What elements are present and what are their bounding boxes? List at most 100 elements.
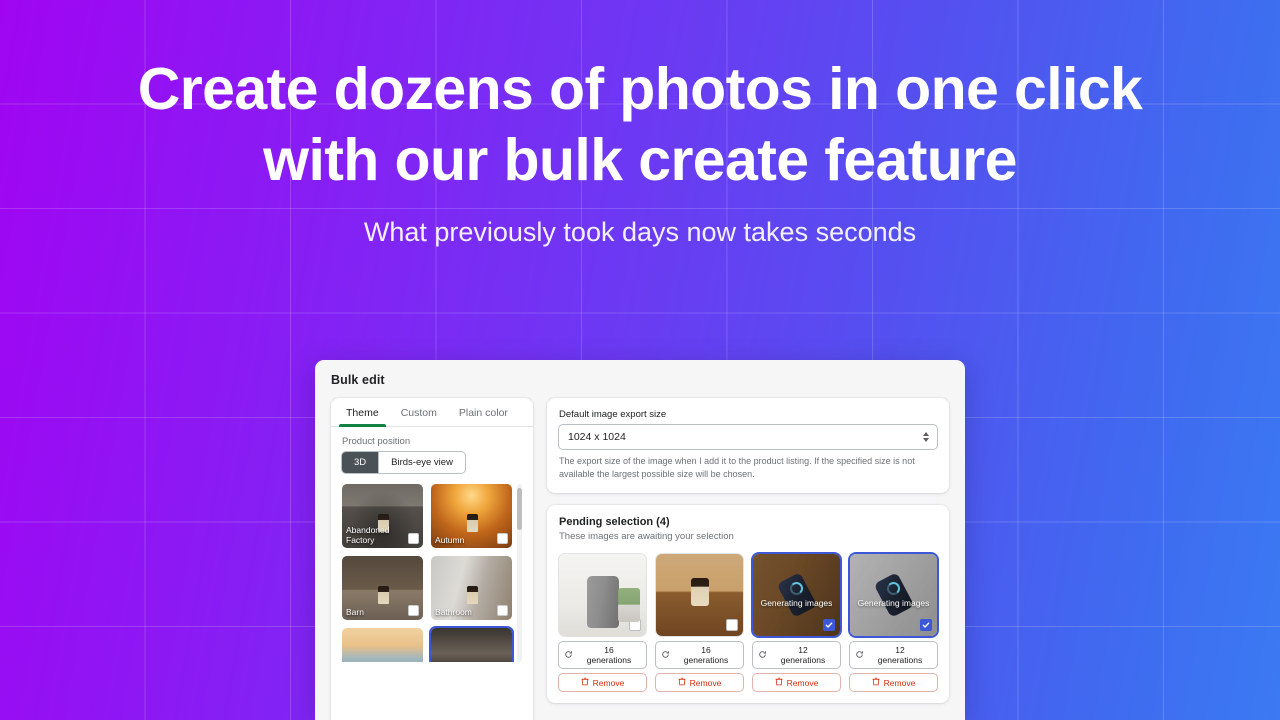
window-columns: Theme Custom Plain color Product positio… — [331, 398, 949, 720]
tab-theme[interactable]: Theme — [335, 398, 390, 427]
tab-custom[interactable]: Custom — [390, 398, 448, 426]
remove-button[interactable]: Remove — [850, 674, 937, 691]
tab-plain-color-label: Plain color — [458, 407, 508, 419]
trash-icon — [581, 677, 589, 688]
export-size-helper-text: The export size of the image when I add … — [559, 456, 915, 479]
theme-grid: Abandoned Factory Autumn Barn Bathroom — [342, 484, 512, 662]
pending-item-checkbox[interactable] — [629, 619, 641, 631]
export-size-select[interactable]: 1024 x 1024 — [559, 425, 937, 449]
generations-button[interactable]: 12 generations — [850, 642, 937, 668]
pending-selection-subtitle: These images are awaiting your selection — [559, 531, 734, 542]
bulk-edit-window: Bulk edit Theme Custom Plain color Produ… — [315, 360, 965, 720]
trash-icon — [678, 677, 686, 688]
remove-button[interactable]: Remove — [656, 674, 743, 691]
theme-scrollbar-track[interactable] — [517, 484, 522, 662]
generations-unit: generations — [780, 655, 826, 665]
generations-button[interactable]: 12 generations — [753, 642, 840, 668]
hero-section: Create dozens of photos in one click wit… — [0, 54, 1280, 249]
pending-item-thumbnail[interactable]: Generating images — [753, 554, 840, 636]
pending-item: Generating images 12 generations Remove — [850, 554, 937, 691]
theme-item-label: Barn — [346, 607, 364, 617]
pending-item: 16 generations Remove — [656, 554, 743, 691]
theme-checkbox[interactable] — [497, 533, 508, 544]
regenerate-icon — [661, 650, 670, 661]
generations-button[interactable]: 16 generations — [656, 642, 743, 668]
product-bottle-icon — [466, 514, 478, 532]
pending-selection-grid: 16 generations Remove 16 generations Rem… — [559, 554, 937, 691]
theme-item-label: Autumn — [435, 535, 465, 545]
theme-item-cafe[interactable] — [431, 628, 512, 662]
generating-label: Generating images — [857, 597, 930, 608]
window-title: Bulk edit — [331, 373, 385, 387]
pending-item-checkbox[interactable] — [920, 619, 932, 631]
chevron-updown-icon — [923, 432, 929, 442]
generations-count: 12 — [798, 645, 808, 655]
pending-item-thumbnail[interactable] — [656, 554, 743, 636]
product-position-option-birds-eye-label: Birds-eye view — [391, 457, 453, 468]
regenerate-icon — [564, 650, 573, 661]
theme-item-abandoned-factory[interactable]: Abandoned Factory — [342, 484, 423, 548]
theme-panel-body: Product position 3D Birds-eye view Aband… — [331, 427, 533, 662]
generating-label: Generating images — [760, 597, 833, 608]
export-size-card: Default image export size 1024 x 1024 Th… — [547, 398, 949, 493]
pending-item-checkbox[interactable] — [726, 619, 738, 631]
remove-button[interactable]: Remove — [753, 674, 840, 691]
remove-label: Remove — [592, 677, 625, 688]
page-title: Create dozens of photos in one click wit… — [0, 54, 1280, 196]
theme-item-label: Abandoned Factory — [346, 525, 390, 545]
theme-scrollbar-thumb[interactable] — [517, 488, 522, 530]
tab-plain-color[interactable]: Plain color — [448, 398, 519, 426]
theme-panel-card: Theme Custom Plain color Product positio… — [331, 398, 533, 720]
export-size-value: 1024 x 1024 — [568, 431, 626, 443]
generations-count: 16 — [701, 645, 711, 655]
theme-item-bathroom[interactable]: Bathroom — [431, 556, 512, 620]
theme-item-autumn[interactable]: Autumn — [431, 484, 512, 548]
generations-label: 12 generations — [771, 645, 835, 665]
tab-theme-label: Theme — [346, 407, 379, 419]
theme-checkbox[interactable] — [408, 605, 419, 616]
generations-label: 12 generations — [868, 645, 932, 665]
theme-list-scroll-area[interactable]: Abandoned Factory Autumn Barn Bathroom — [342, 484, 522, 662]
product-bottle-icon — [377, 586, 389, 604]
pending-selection-title: Pending selection (4) — [559, 516, 670, 528]
pending-item-thumbnail[interactable] — [559, 554, 646, 636]
pending-item: 16 generations Remove — [559, 554, 646, 691]
left-column: Theme Custom Plain color Product positio… — [331, 398, 533, 720]
remove-label: Remove — [689, 677, 722, 688]
generations-unit: generations — [877, 655, 923, 665]
product-position-segmented-control: 3D Birds-eye view — [342, 452, 465, 473]
generations-label: 16 generations — [577, 645, 641, 665]
pending-selection-card: Pending selection (4) These images are a… — [547, 505, 949, 703]
generations-label: 16 generations — [674, 645, 738, 665]
regenerate-icon — [758, 650, 767, 661]
tab-custom-label: Custom — [400, 407, 437, 419]
theme-checkbox[interactable] — [408, 533, 419, 544]
trash-icon — [872, 677, 880, 688]
remove-label: Remove — [883, 677, 916, 688]
hero-subheadline: What previously took days now takes seco… — [363, 217, 917, 247]
headline-line-2: with our bulk create feature — [263, 127, 1017, 193]
pending-item-checkbox[interactable] — [823, 619, 835, 631]
product-position-label: Product position — [342, 436, 411, 447]
export-size-label: Default image export size — [559, 409, 667, 420]
remove-button[interactable]: Remove — [559, 674, 646, 691]
theme-tabs: Theme Custom Plain color — [331, 398, 533, 427]
regenerate-icon — [855, 650, 864, 661]
theme-checkbox[interactable] — [497, 605, 508, 616]
pending-item-thumbnail[interactable]: Generating images — [850, 554, 937, 636]
theme-item-beach[interactable] — [342, 628, 423, 662]
product-position-option-birds-eye[interactable]: Birds-eye view — [378, 452, 465, 473]
theme-item-barn[interactable]: Barn — [342, 556, 423, 620]
product-position-option-3d-label: 3D — [354, 457, 367, 468]
right-column: Default image export size 1024 x 1024 Th… — [547, 398, 949, 720]
product-position-option-3d[interactable]: 3D — [342, 452, 379, 473]
generations-unit: generations — [683, 655, 729, 665]
theme-item-label: Bathroom — [435, 607, 472, 617]
remove-label: Remove — [786, 677, 819, 688]
generations-count: 16 — [604, 645, 614, 655]
headline-line-1: Create dozens of photos in one click — [137, 56, 1143, 122]
pending-item: Generating images 12 generations Remove — [753, 554, 840, 691]
product-bottle-icon — [466, 586, 478, 604]
loading-spinner-icon — [887, 581, 900, 595]
generations-button[interactable]: 16 generations — [559, 642, 646, 668]
